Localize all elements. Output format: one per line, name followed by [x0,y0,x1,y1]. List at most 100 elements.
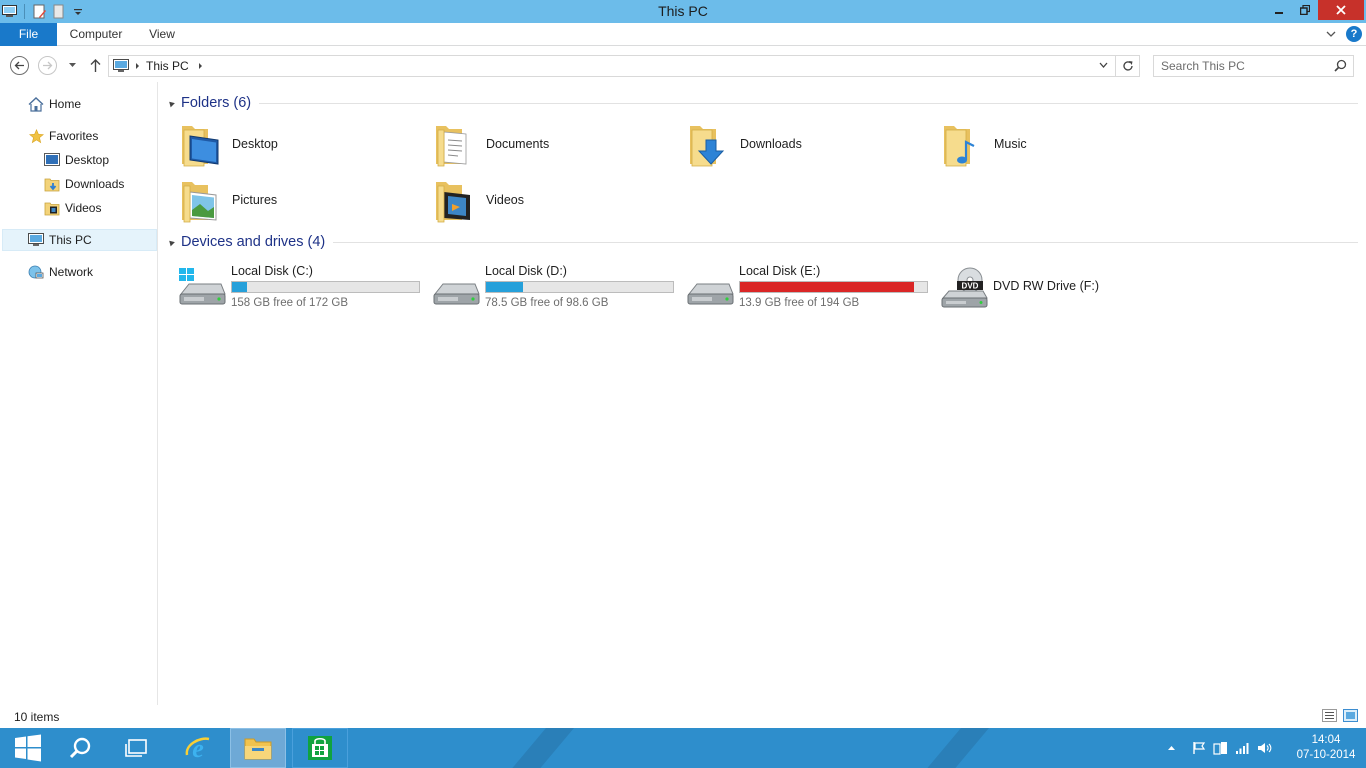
folder-label: Downloads [740,137,802,151]
forward-button[interactable] [37,55,57,75]
videos-folder-icon [44,200,60,216]
close-button[interactable] [1318,0,1364,20]
tab-view[interactable]: View [140,23,184,46]
documents-folder-icon [432,120,480,168]
drives-group-header[interactable]: Devices and drives (4) [167,232,1358,252]
system-drive-icon [177,266,227,310]
taskbar-search-button[interactable] [52,728,108,768]
svg-text:e: e [192,734,204,763]
power-icon[interactable] [1210,741,1232,755]
drive-tile-f[interactable]: DVD DVD RW Drive (F:) [939,262,1189,314]
nav-item-label: Desktop [65,153,110,167]
action-center-flag-icon[interactable] [1188,741,1210,755]
folder-tile-videos[interactable]: Videos [432,174,682,226]
drive-usage-bar [485,281,674,293]
search-input[interactable]: Search This PC [1153,55,1354,77]
navigation-bar: This PC Search This PC [0,47,1366,82]
system-tray: 14:04 07-10-2014 [1160,728,1366,768]
nav-item-downloads[interactable]: Downloads [44,173,124,195]
folder-tile-documents[interactable]: Documents [432,118,682,170]
address-dropdown-icon[interactable] [1099,62,1108,68]
folder-tile-downloads[interactable]: Downloads [686,118,936,170]
computer-icon [28,232,44,248]
folder-tile-music[interactable]: Music [940,118,1190,170]
task-view-button[interactable] [108,728,164,768]
drive-tile-c[interactable]: Local Disk (C:) 158 GB free of 172 GB [177,262,427,314]
refresh-button[interactable] [1115,55,1140,77]
file-explorer-button[interactable] [230,728,286,768]
videos-folder-icon [432,176,480,224]
breadcrumb-separator-icon[interactable] [135,62,140,70]
drive-usage-fill [740,282,914,292]
folder-label: Documents [486,137,550,151]
start-button[interactable] [0,728,56,768]
tab-file[interactable]: File [0,23,57,46]
nav-item-videos[interactable]: Videos [44,197,101,219]
title-bar: This PC [0,0,1366,23]
nav-item-label: Favorites [49,129,99,143]
clock[interactable]: 14:04 07-10-2014 [1286,733,1366,763]
internet-explorer-icon: e [185,734,210,763]
nav-item-this-pc[interactable]: This PC [2,229,157,251]
nav-item-network[interactable]: Network [28,261,93,283]
breadcrumb-this-pc[interactable]: This PC [146,59,189,73]
music-folder-icon [940,120,988,168]
back-arrow-icon [9,55,29,75]
volume-icon[interactable] [1254,741,1276,755]
refresh-icon [1122,61,1133,71]
minimize-button[interactable] [1266,0,1292,20]
group-divider [259,102,1358,104]
navigation-pane: Home Favorites Desktop Downloads Videos … [0,82,158,705]
clock-date: 07-10-2014 [1296,749,1356,761]
folder-label: Music [994,137,1027,151]
restore-button[interactable] [1292,0,1318,20]
recent-locations-button[interactable] [62,55,82,75]
nav-item-label: Home [49,97,82,111]
drive-label: DVD RW Drive (F:) [993,279,1100,293]
large-icons-view-icon[interactable] [1343,709,1358,725]
up-arrow-icon [90,58,100,72]
content-pane: Folders (6) Desktop Documents Downloads … [160,82,1366,705]
tab-computer[interactable]: Computer [60,23,132,46]
address-bar[interactable]: This PC [108,55,1140,77]
network-signal-icon[interactable] [1232,741,1254,755]
nav-item-favorites[interactable]: Favorites [28,125,98,147]
folder-tile-pictures[interactable]: Pictures [178,174,428,226]
folder-tile-desktop[interactable]: Desktop [178,118,428,170]
search-icon[interactable] [1334,59,1347,75]
up-button[interactable] [85,55,105,75]
back-button[interactable] [9,55,29,75]
folder-label: Desktop [232,137,278,151]
drive-usage-fill [232,282,247,292]
collapse-arrow-icon[interactable] [167,99,175,107]
drive-tile-e[interactable]: Local Disk (E:) 13.9 GB free of 194 GB [685,262,935,314]
search-icon [69,737,91,759]
drive-usage-bar [739,281,928,293]
breadcrumb-separator-icon[interactable] [198,62,203,70]
search-placeholder: Search This PC [1161,59,1245,73]
nav-item-label: Downloads [65,177,125,191]
drive-usage-bar [231,281,420,293]
pictures-folder-icon [178,176,226,224]
nav-item-label: This PC [49,233,92,247]
network-icon [28,264,44,280]
help-icon[interactable]: ? [1346,26,1362,42]
windows-logo-icon [15,734,41,762]
nav-item-label: Network [49,265,94,279]
drive-tile-d[interactable]: Local Disk (D:) 78.5 GB free of 98.6 GB [431,262,681,314]
nav-item-home[interactable]: Home [28,93,81,115]
show-hidden-icons-button[interactable] [1160,745,1182,751]
hard-drive-icon [685,266,735,310]
store-button[interactable] [292,728,348,768]
collapse-arrow-icon[interactable] [167,238,175,246]
drive-label: Local Disk (E:) [739,264,821,278]
nav-item-desktop[interactable]: Desktop [44,149,109,171]
file-explorer-icon [244,738,272,760]
expand-ribbon-icon[interactable] [1326,27,1336,41]
hard-drive-icon [431,266,481,310]
drives-group-title: Devices and drives (4) [181,234,326,250]
dvd-drive-icon: DVD [939,266,989,310]
folders-group-header[interactable]: Folders (6) [167,93,1358,113]
details-view-icon[interactable] [1322,709,1337,725]
internet-explorer-button[interactable]: e [170,728,226,768]
